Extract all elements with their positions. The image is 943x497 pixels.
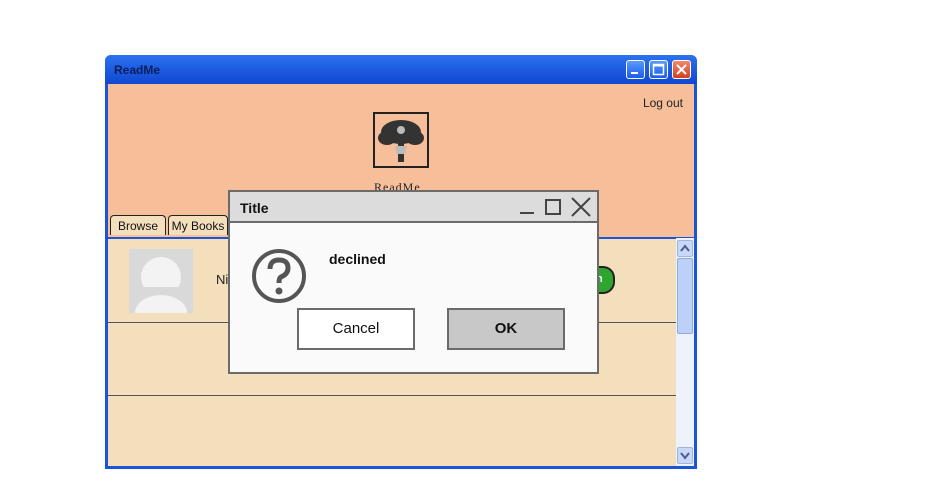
window-minimize-button[interactable]: [626, 60, 645, 79]
list-item-name: Ni: [216, 272, 229, 287]
tree-logo-icon: [373, 112, 429, 168]
logout-link[interactable]: Log out: [643, 96, 683, 110]
scroll-up-icon: [680, 244, 690, 252]
avatar: [129, 249, 193, 313]
ok-button[interactable]: OK: [447, 308, 565, 350]
scroll-down-button[interactable]: [677, 447, 693, 464]
vertical-scrollbar[interactable]: [676, 238, 694, 466]
dialog-maximize-icon[interactable]: [544, 197, 564, 217]
scroll-thumb[interactable]: [677, 258, 693, 334]
dialog-close-icon[interactable]: [571, 197, 591, 217]
dialog-message: declined: [329, 251, 386, 267]
dialog-titlebar[interactable]: Title: [230, 192, 597, 223]
question-icon: [252, 249, 306, 303]
tab-browse[interactable]: Browse: [110, 215, 166, 235]
scroll-down-icon: [680, 452, 690, 460]
dialog-minimize-icon[interactable]: [518, 197, 538, 217]
close-icon: [676, 64, 687, 75]
minimize-icon: [631, 72, 638, 74]
window-maximize-button[interactable]: [649, 60, 668, 79]
window-close-button[interactable]: [672, 60, 691, 79]
window-titlebar[interactable]: ReadMe: [105, 55, 697, 84]
tab-my-books[interactable]: My Books: [168, 215, 228, 235]
maximize-icon: [652, 63, 665, 76]
confirm-dialog: Title declined Cancel OK: [228, 190, 599, 374]
scroll-up-button[interactable]: [677, 240, 693, 257]
cancel-button[interactable]: Cancel: [297, 308, 415, 350]
window-title: ReadMe: [114, 63, 161, 77]
row-divider: [108, 395, 676, 396]
dialog-title: Title: [240, 200, 269, 216]
